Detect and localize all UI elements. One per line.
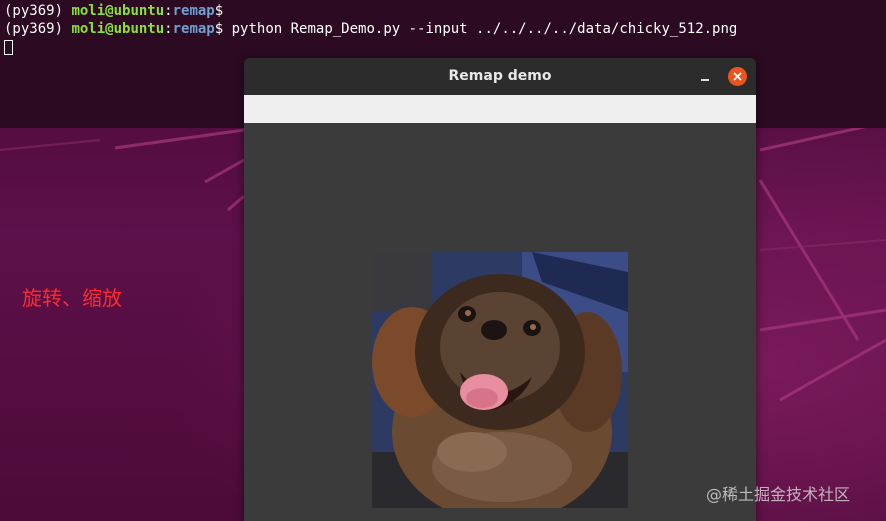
image-canvas bbox=[244, 123, 756, 521]
remap-demo-window[interactable]: Remap demo bbox=[244, 58, 756, 521]
window-titlebar[interactable]: Remap demo bbox=[244, 58, 756, 95]
terminal-user: moli@ubuntu bbox=[71, 3, 165, 19]
terminal-line-1: (py369) moli@ubuntu:remap$ bbox=[4, 2, 223, 20]
terminal-command: python Remap_Demo.py --input ../../../..… bbox=[231, 21, 738, 37]
terminal-prompt-symbol: $ bbox=[214, 3, 224, 19]
watermark: @稀土掘金技术社区 bbox=[706, 485, 851, 504]
terminal-prompt-symbol: $ bbox=[214, 21, 232, 37]
close-icon bbox=[733, 72, 742, 81]
terminal-colon: : bbox=[164, 3, 173, 19]
dog-photo-drawing bbox=[372, 252, 628, 508]
terminal-colon: : bbox=[164, 21, 173, 37]
terminal-cursor bbox=[4, 40, 13, 55]
terminal-path: remap bbox=[172, 3, 215, 19]
terminal-user: moli@ubuntu bbox=[71, 21, 165, 37]
terminal-env: (py369) bbox=[4, 3, 72, 19]
minimize-button[interactable] bbox=[697, 69, 713, 85]
terminal-env: (py369) bbox=[4, 21, 72, 37]
dog-photo bbox=[372, 252, 628, 508]
window-title: Remap demo bbox=[448, 68, 552, 84]
terminal-path: remap bbox=[172, 21, 215, 37]
annotation-label: 旋转、缩放 bbox=[22, 286, 122, 310]
close-button[interactable] bbox=[728, 67, 747, 86]
window-toolbar bbox=[244, 95, 756, 123]
terminal-line-2: (py369) moli@ubuntu:remap$ python Remap_… bbox=[4, 20, 737, 38]
